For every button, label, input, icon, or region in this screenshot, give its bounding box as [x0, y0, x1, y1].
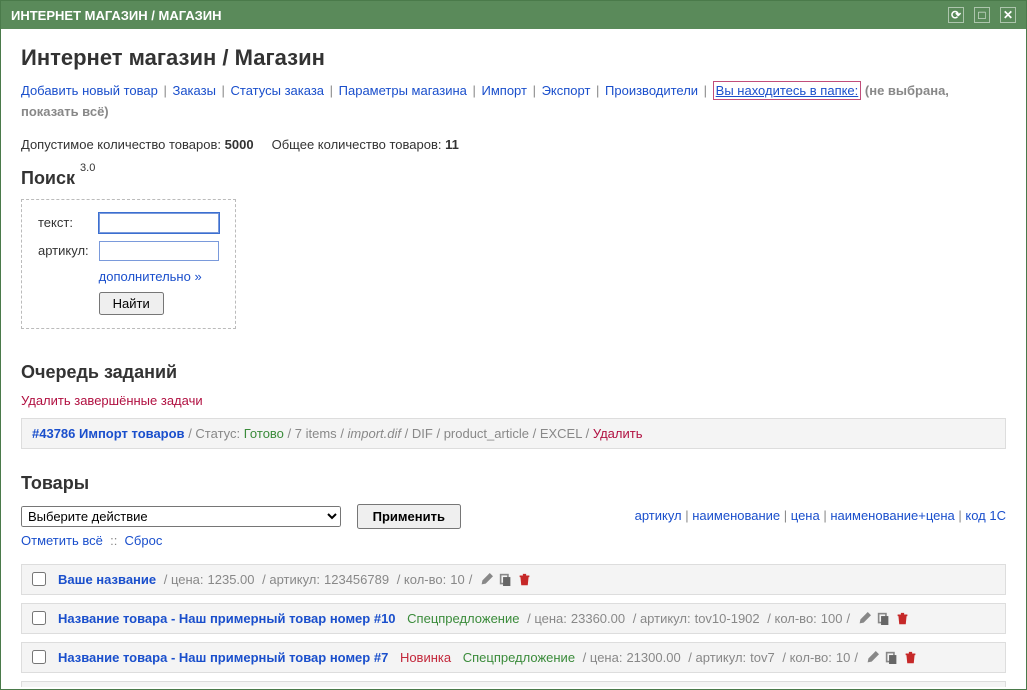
product-row: Название товара - Наш примерный товар но… [21, 681, 1006, 687]
edit-icon[interactable] [858, 612, 871, 625]
folder-indicator: Вы находитесь в папке: [713, 81, 862, 100]
search-version: 3.0 [80, 162, 95, 174]
nav-links: Добавить новый товар | Заказы | Статусы … [21, 81, 1006, 123]
nav-orders[interactable]: Заказы [172, 83, 215, 98]
sort-by-article[interactable]: артикул [635, 508, 682, 523]
bulk-action-select[interactable]: Выберите действие [21, 506, 341, 527]
search-heading: Поиск 3.0 [21, 168, 1006, 189]
badge-special: Спецпредложение [407, 611, 519, 626]
product-name-link[interactable]: Ваше название [58, 572, 156, 587]
task-field: product_article [444, 426, 529, 441]
select-all-link[interactable]: Отметить всё [21, 533, 103, 548]
edit-icon[interactable] [866, 651, 879, 664]
apply-action-button[interactable]: Применить [357, 504, 461, 529]
copy-icon[interactable] [877, 612, 890, 625]
nav-manufacturers[interactable]: Производители [605, 83, 698, 98]
nav-shop-params[interactable]: Параметры магазина [339, 83, 467, 98]
sort-links: артикул | наименование | цена | наименов… [635, 504, 1006, 523]
window-title: ИНТЕРНЕТ МАГАЗИН / МАГАЗИН [11, 8, 222, 23]
product-qty: 10 [836, 650, 850, 665]
search-article-label: артикул: [34, 238, 93, 264]
product-qty: 10 [450, 572, 464, 587]
reset-selection-link[interactable]: Сброс [125, 533, 163, 548]
product-name-link[interactable]: Название товара - Наш примерный товар но… [58, 611, 396, 626]
total-products-value: 11 [445, 137, 459, 152]
task-delete-link[interactable]: Удалить [593, 426, 643, 441]
sort-by-price[interactable]: цена [791, 508, 820, 523]
maximize-icon[interactable]: □ [974, 7, 990, 23]
product-checkbox[interactable] [32, 611, 46, 625]
total-products-label: Общее количество товаров: [272, 137, 442, 152]
close-icon[interactable]: ✕ [1000, 7, 1016, 23]
search-article-input[interactable] [99, 241, 219, 261]
window-titlebar: ИНТЕРНЕТ МАГАЗИН / МАГАЗИН ⟳ □ ✕ [1, 1, 1026, 29]
product-price: 23360.00 [571, 611, 625, 626]
task-row: #43786 Импорт товаров / Статус: Готово /… [21, 418, 1006, 449]
task-app: EXCEL [540, 426, 582, 441]
folder-link[interactable]: Вы находитесь в папке: [716, 83, 859, 98]
sort-by-code1c[interactable]: код 1С [965, 508, 1006, 523]
task-status-label: Статус: [195, 426, 240, 441]
task-file: import.dif [348, 426, 401, 441]
search-form: текст: артикул: дополнительно » Найти [21, 199, 236, 329]
product-qty: 100 [821, 611, 843, 626]
product-article: tov7 [750, 650, 775, 665]
edit-icon[interactable] [480, 573, 493, 586]
page-title: Интернет магазин / Магазин [21, 45, 1006, 71]
product-row: Название товара - Наш примерный товар но… [21, 642, 1006, 673]
allowed-products-value: 5000 [225, 137, 254, 152]
copy-icon[interactable] [499, 573, 512, 586]
allowed-products-label: Допустимое количество товаров: [21, 137, 221, 152]
product-counts: Допустимое количество товаров: 5000 Обще… [21, 137, 1006, 152]
product-row: Ваше название / цена: 1235.00 / артикул:… [21, 564, 1006, 595]
product-price: 21300.00 [626, 650, 680, 665]
badge-new: Новинка [400, 650, 451, 665]
product-article: tov10-1902 [695, 611, 760, 626]
sort-by-name[interactable]: наименование [692, 508, 780, 523]
product-article: 123456789 [324, 572, 389, 587]
search-submit-button[interactable]: Найти [99, 292, 164, 315]
nav-import[interactable]: Импорт [482, 83, 527, 98]
queue-heading: Очередь заданий [21, 362, 1006, 383]
refresh-icon[interactable]: ⟳ [948, 7, 964, 23]
search-text-input[interactable] [99, 213, 219, 233]
delete-icon[interactable] [518, 573, 531, 586]
clear-completed-tasks-link[interactable]: Удалить завершённые задачи [21, 393, 1006, 408]
copy-icon[interactable] [885, 651, 898, 664]
product-name-link[interactable]: Название товара - Наш примерный товар но… [58, 650, 388, 665]
task-format: DIF [412, 426, 433, 441]
products-heading: Товары [21, 473, 1006, 494]
task-items: 7 items [295, 426, 337, 441]
product-price: 1235.00 [208, 572, 255, 587]
product-row: Название товара - Наш примерный товар но… [21, 603, 1006, 634]
task-id-link[interactable]: #43786 Импорт товаров [32, 426, 185, 441]
search-more-link[interactable]: дополнительно » [99, 269, 202, 284]
nav-export[interactable]: Экспорт [542, 83, 591, 98]
sort-by-name-price[interactable]: наименование+цена [830, 508, 954, 523]
search-text-label: текст: [34, 210, 93, 236]
task-status-value: Готово [244, 426, 284, 441]
product-checkbox[interactable] [32, 650, 46, 664]
nav-add-product[interactable]: Добавить новый товар [21, 83, 158, 98]
product-checkbox[interactable] [32, 572, 46, 586]
nav-order-statuses[interactable]: Статусы заказа [231, 83, 325, 98]
delete-icon[interactable] [896, 612, 909, 625]
delete-icon[interactable] [904, 651, 917, 664]
badge-special: Спецпредложение [463, 650, 575, 665]
